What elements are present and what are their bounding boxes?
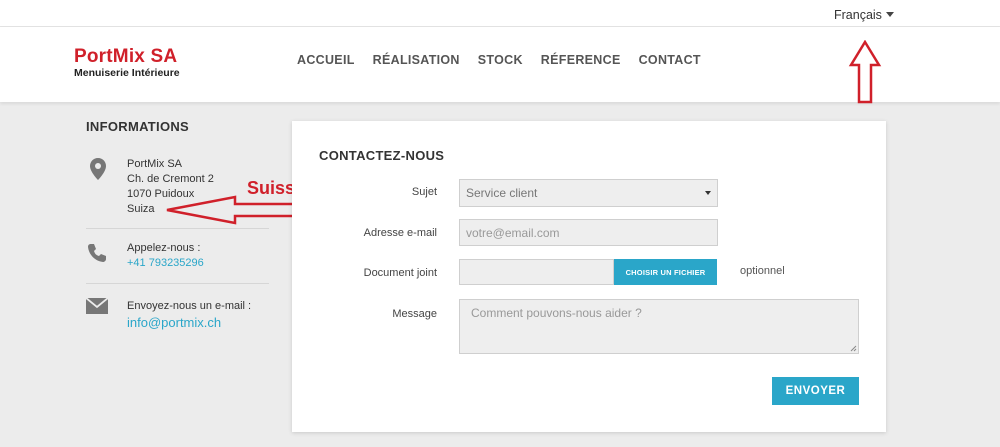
phone-label: Appelez-nous : (127, 242, 201, 254)
language-bar: Français (0, 0, 1000, 27)
phone-text: Appelez-nous : +41 793235296 (127, 241, 204, 271)
resize-handle-icon[interactable] (850, 345, 857, 352)
address-line-name: PortMix SA (127, 158, 183, 170)
email-field[interactable]: votre@email.com (459, 219, 718, 246)
info-divider (86, 283, 269, 284)
annotation-arrow-up-icon (848, 40, 882, 104)
nav-item-stock[interactable]: STOCK (478, 53, 523, 67)
message-textarea[interactable]: Comment pouvons-nous aider ? (459, 299, 859, 354)
attachment-label: Document joint (363, 267, 437, 279)
logo[interactable]: PortMix SA Menuiserie Intérieure (74, 47, 180, 79)
language-label: Français (834, 8, 882, 22)
nav-item-reference[interactable]: RÉFERENCE (541, 53, 621, 67)
email-label: Envoyez-nous un e-mail : (127, 300, 252, 312)
phone-icon (88, 244, 106, 262)
message-placeholder: Comment pouvons-nous aider ? (471, 306, 642, 320)
message-label: Message (392, 308, 437, 320)
logo-tagline: Menuiserie Intérieure (74, 67, 180, 79)
language-selector[interactable]: Français (834, 8, 894, 22)
attachment-field[interactable] (459, 259, 614, 285)
email-text: Envoyez-nous un e-mail : info@portmix.ch (127, 299, 251, 330)
send-button[interactable]: ENVOYER (772, 377, 859, 405)
nav-item-accueil[interactable]: ACCUEIL (297, 53, 355, 67)
info-divider (86, 228, 269, 229)
email-field-label: Adresse e-mail (363, 227, 437, 239)
phone-block: Appelez-nous : +41 793235296 (86, 241, 269, 273)
subject-value: Service client (466, 186, 538, 200)
contact-form-card: CONTACTEZ-NOUS Sujet Service client Adre… (292, 121, 886, 432)
nav-item-contact[interactable]: CONTACT (639, 53, 701, 67)
caret-down-icon (885, 12, 894, 17)
address-line-street: Ch. de Cremont 2 (127, 173, 214, 185)
phone-link[interactable]: +41 793235296 (127, 256, 204, 271)
attachment-hint: optionnel (740, 265, 785, 277)
envelope-icon (86, 297, 108, 314)
email-link[interactable]: info@portmix.ch (127, 315, 251, 330)
info-title: INFORMATIONS (86, 119, 190, 134)
subject-select[interactable]: Service client (459, 179, 718, 207)
email-block: Envoyez-nous un e-mail : info@portmix.ch (86, 297, 269, 333)
choose-file-button[interactable]: CHOISIR UN FICHIER (614, 259, 717, 285)
email-placeholder: votre@email.com (466, 225, 560, 240)
subject-label: Sujet (411, 186, 437, 198)
caret-down-icon (705, 191, 711, 195)
form-title: CONTACTEZ-NOUS (319, 148, 445, 163)
main-nav: ACCUEIL RÉALISATION STOCK RÉFERENCE CONT… (297, 53, 701, 67)
logo-brand: PortMix SA (74, 46, 178, 67)
nav-item-realisation[interactable]: RÉALISATION (373, 53, 460, 67)
map-pin-icon (90, 158, 106, 180)
